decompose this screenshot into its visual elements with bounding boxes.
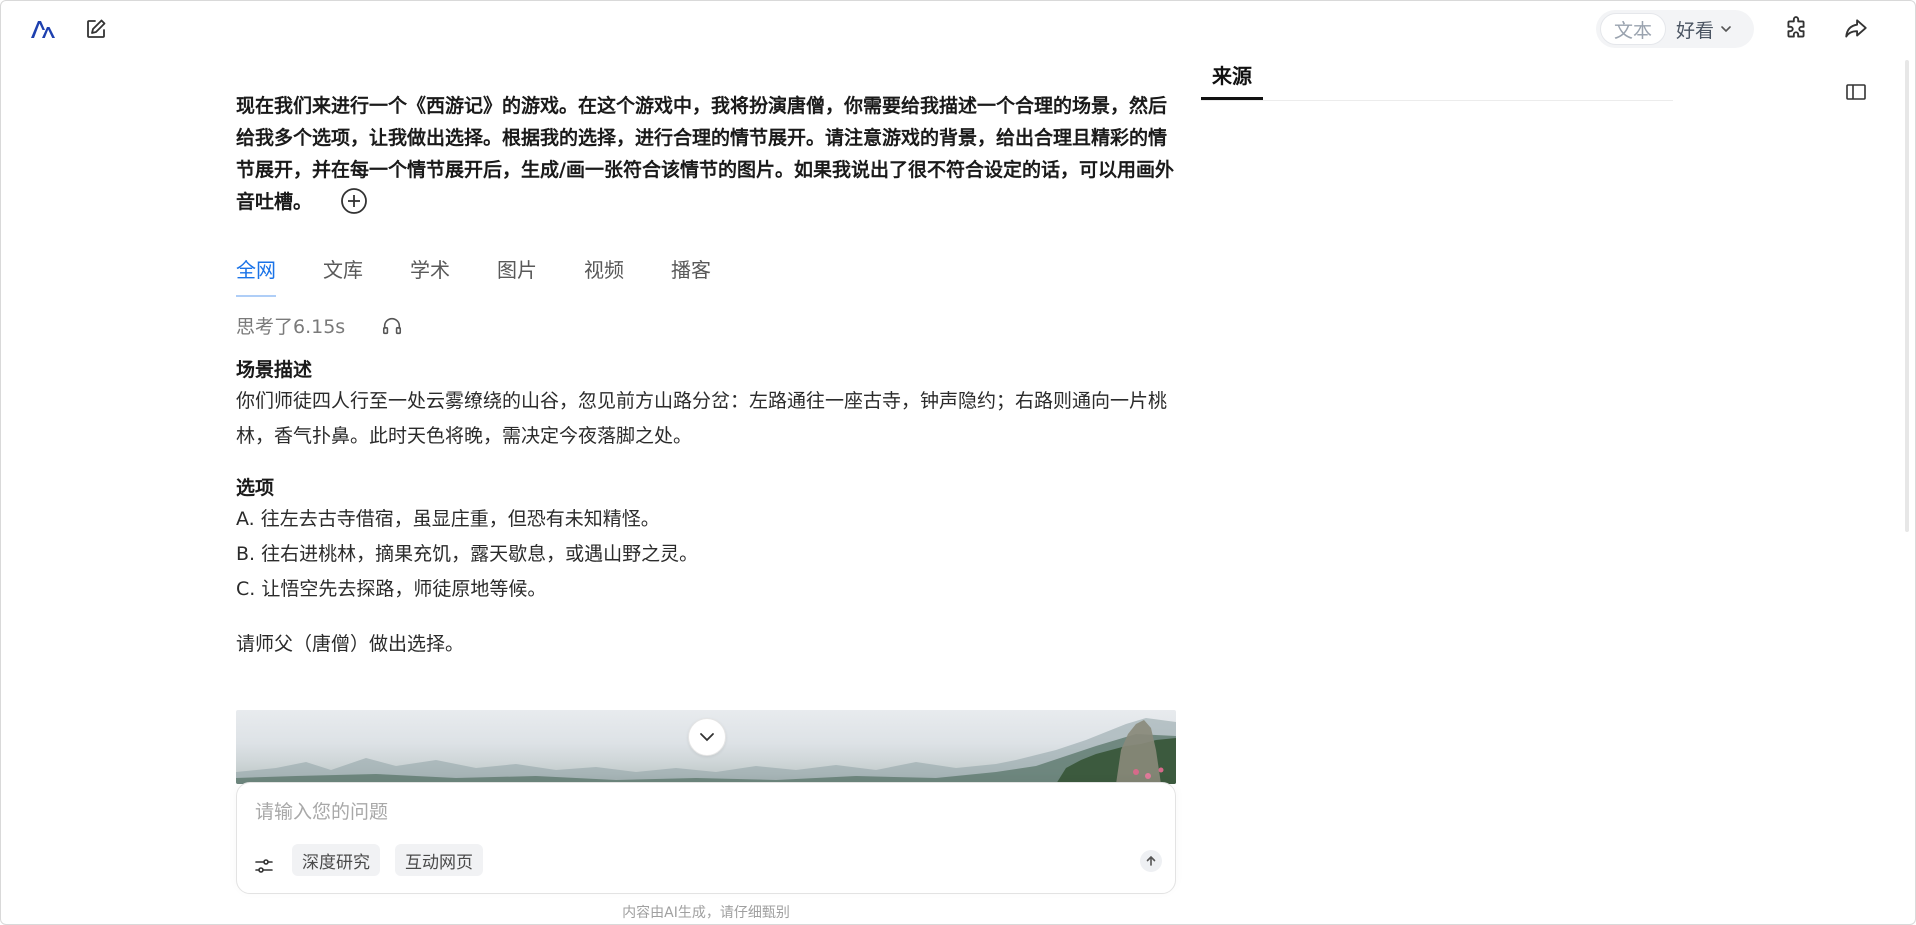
search-scope-tabs: 全网 文库 学术 图片 视频 播客 [236,254,758,297]
option-c: C. 让悟空先去探路，师徒原地等候。 [236,578,547,600]
conversation-main: 现在我们来进行一个《西游记》的游戏。在这个游戏中，我将扮演唐僧，你需要给我描述一… [236,90,1176,218]
thinking-status[interactable]: 思考了6.15s [236,312,403,339]
question-input[interactable] [255,801,1135,823]
plugin-icon[interactable] [1783,16,1809,42]
tab-all-web[interactable]: 全网 [236,254,276,297]
settings-sliders-icon[interactable] [253,855,275,877]
scroll-to-bottom-button[interactable] [688,718,726,756]
assistant-answer: 场景描述 你们师徒四人行至一处云雾缭绕的山谷，忽见前方山路分岔：左路通往一座古寺… [236,356,1176,662]
add-circle-icon[interactable] [340,187,368,215]
option-a: A. 往左去古寺借宿，虽显庄重，但恐有未知精怪。 [236,508,660,530]
chevron-down-icon [700,733,714,742]
send-button[interactable] [1140,850,1162,872]
tab-library[interactable]: 文库 [323,254,363,297]
deep-research-chip[interactable]: 深度研究 [292,844,380,876]
interactive-webpage-chip[interactable]: 互动网页 [395,844,483,876]
tab-images[interactable]: 图片 [497,254,537,297]
scene-heading: 场景描述 [236,359,313,381]
arrow-up-icon [1146,855,1156,866]
sources-divider [1201,100,1673,101]
page-scrollbar[interactable] [1905,60,1909,532]
chat-composer: 深度研究 互动网页 [236,782,1176,894]
ai-disclaimer: 内容由AI生成，请仔细甄别 [622,905,790,921]
sources-tab[interactable]: 来源 [1212,60,1252,89]
sidebar-toggle-icon[interactable] [1844,80,1868,104]
share-icon[interactable] [1843,16,1869,42]
view-mode-toggle[interactable]: 文本 好看 [1596,10,1754,48]
chevron-down-icon [1721,26,1731,33]
scene-description: 你们师徒四人行至一处云雾缭绕的山谷，忽见前方山路分岔：左路通往一座古寺，钟声隐约… [236,390,1168,447]
user-question-text: 现在我们来进行一个《西游记》的游戏。在这个游戏中，我将扮演唐僧，你需要给我描述一… [236,95,1174,213]
choice-prompt: 请师父（唐僧）做出选择。 [236,633,465,655]
user-question: 现在我们来进行一个《西游记》的游戏。在这个游戏中，我将扮演唐僧，你需要给我描述一… [236,90,1176,218]
headphones-icon[interactable] [381,315,403,337]
app-logo-icon[interactable] [28,16,60,42]
style-label: 好看 [1676,19,1715,42]
new-chat-icon[interactable] [84,17,108,41]
tab-videos[interactable]: 视频 [584,254,624,297]
options-heading: 选项 [236,477,275,499]
text-mode-button[interactable]: 文本 [1600,13,1667,45]
thinking-label: 思考了6.15s [236,316,346,338]
tab-podcasts[interactable]: 播客 [671,254,711,297]
tab-academic[interactable]: 学术 [410,254,450,297]
option-b: B. 往右进桃林，摘果充饥，露天歇息，或遇山野之灵。 [236,543,699,565]
style-dropdown[interactable]: 好看 [1676,16,1732,43]
